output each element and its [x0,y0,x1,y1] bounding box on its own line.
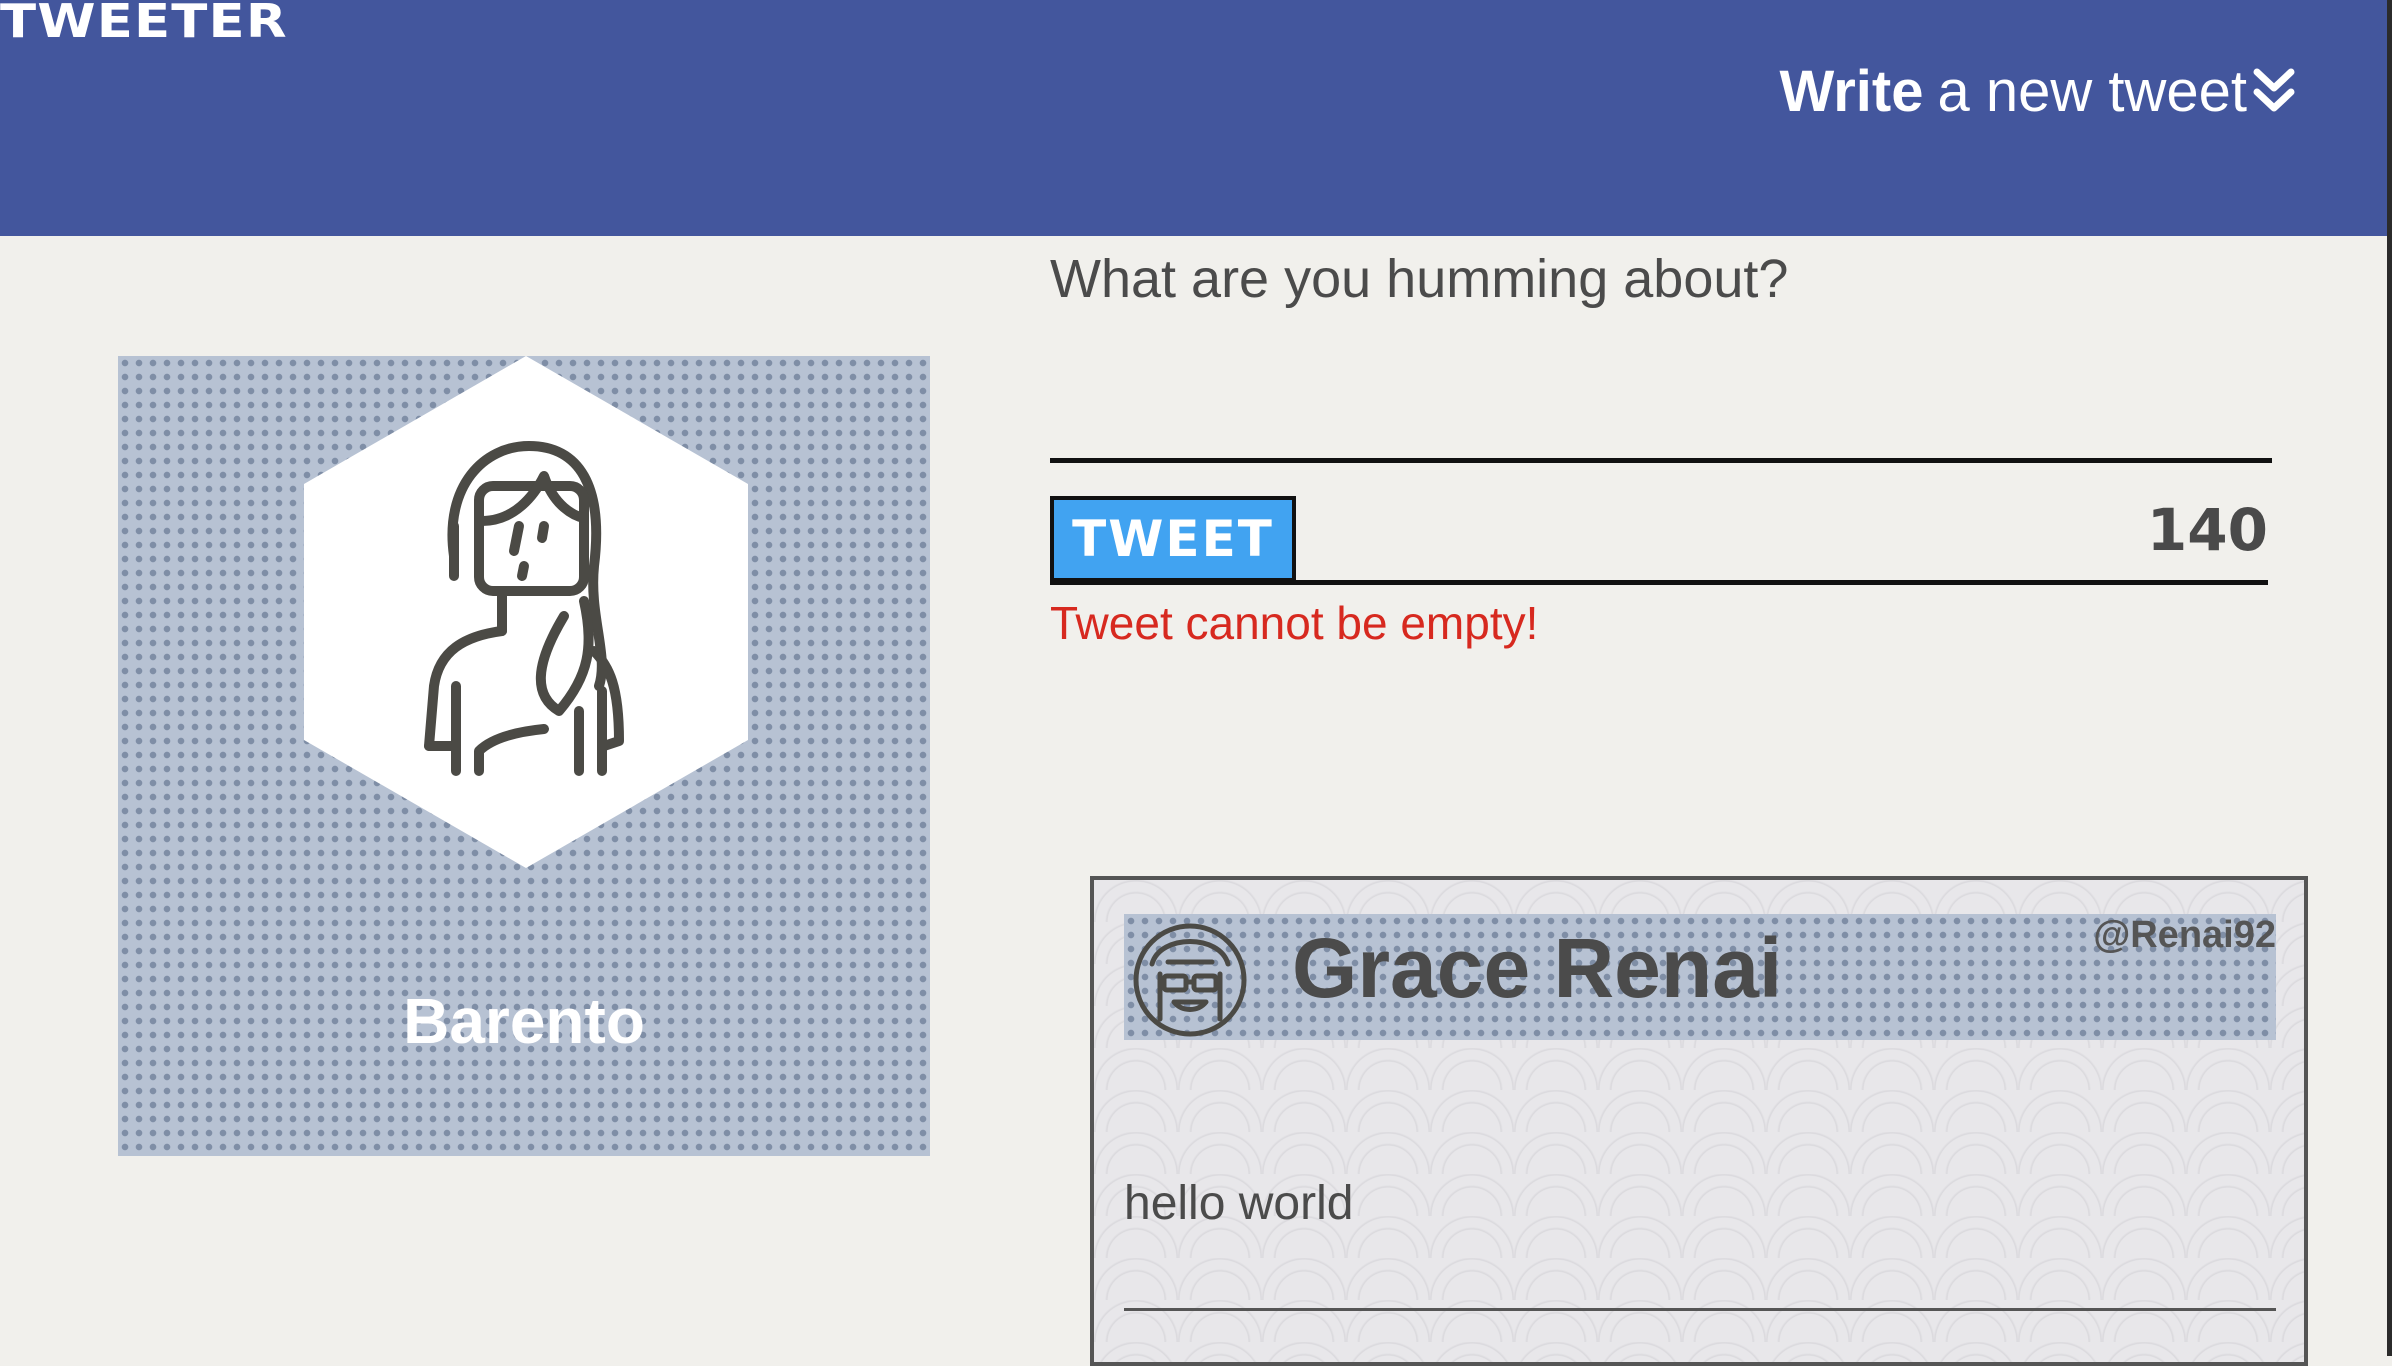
composer-divider [1050,580,2268,585]
tweet-divider [1124,1308,2276,1311]
composer-prompt-label: What are you humming about? [1050,249,1789,309]
double-chevron-down-icon [2253,68,2295,111]
top-nav: TWEETER Write a new tweet [0,0,2387,236]
tweet-button[interactable]: TWEET [1050,496,1296,582]
profile-name: Barento [403,985,645,1057]
user-avatar-icon [424,441,624,776]
tweet-header: Grace Renai @Renai92 [1124,914,2276,1040]
tweet-author-handle: @Renai92 [2093,914,2276,956]
tweet-content: hello world [1124,1177,1354,1230]
compose-toggle-strong: Write [1779,59,1924,124]
window-edge [2387,0,2392,1356]
tweet-input[interactable] [1050,330,2272,463]
user-avatar-sunglasses-icon [1133,923,1247,1037]
compose-toggle-rest: a new tweet [1937,59,2247,124]
tweet-card: Grace Renai @Renai92 hello world [1090,876,2308,1366]
write-new-tweet-toggle[interactable]: Write a new tweet [1780,58,2297,125]
error-message: Tweet cannot be empty! [1050,597,1539,649]
profile-avatar-hexagon [304,356,748,868]
brand-logo[interactable]: TWEETER [0,0,288,48]
character-counter: 140 [2146,496,2268,564]
profile-card: Barento [118,356,930,1156]
tweet-author-name: Grace Renai [1292,921,1783,1015]
